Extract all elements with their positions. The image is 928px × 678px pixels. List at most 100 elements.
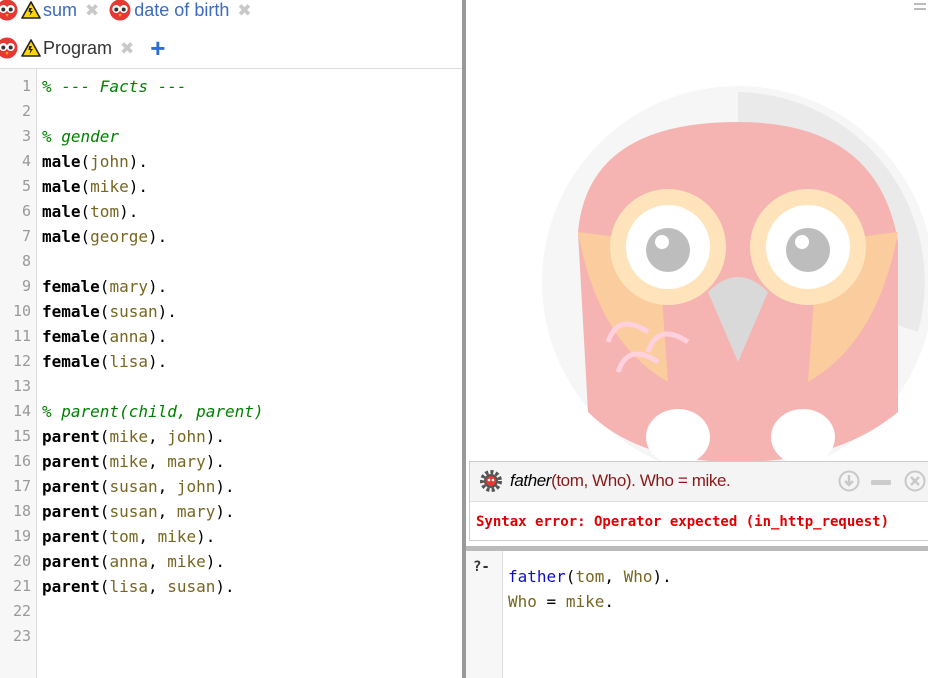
menu-icon[interactable] bbox=[914, 0, 926, 14]
code-token: male bbox=[42, 202, 81, 221]
code-token: mike bbox=[109, 427, 148, 446]
code-token: mike bbox=[90, 177, 129, 196]
code-token: parent bbox=[42, 477, 100, 496]
close-icon[interactable]: ✖ bbox=[120, 40, 134, 57]
code-line[interactable]: parent(mike, mary). bbox=[42, 449, 225, 474]
close-icon[interactable] bbox=[904, 470, 926, 492]
code-token: ). bbox=[147, 227, 168, 246]
query-token: mike bbox=[565, 592, 605, 611]
query-token: Who bbox=[508, 592, 537, 611]
query-token: Who bbox=[623, 567, 653, 586]
code-token: , bbox=[157, 502, 177, 521]
line-number: 17 bbox=[12, 477, 31, 495]
code-token: ( bbox=[99, 527, 110, 546]
tab-row-bottom: Program ✖ + bbox=[0, 33, 165, 63]
query-result-box: father(tom, Who). Who = mike. Syntax err… bbox=[469, 461, 928, 541]
tab-sum[interactable]: sum ✖ bbox=[0, 0, 99, 25]
line-number: 23 bbox=[12, 627, 31, 645]
code-line[interactable]: parent(susan, john). bbox=[42, 474, 235, 499]
code-line[interactable]: % parent(child, parent) bbox=[42, 399, 264, 424]
query-line[interactable]: Who = mike. bbox=[508, 589, 614, 614]
code-line[interactable]: male(tom). bbox=[42, 199, 138, 224]
tab-label: Program bbox=[43, 37, 113, 58]
code-token: parent bbox=[42, 502, 100, 521]
code-token: female bbox=[42, 277, 100, 296]
code-token: ( bbox=[99, 352, 110, 371]
code-line[interactable]: parent(anna, mike). bbox=[42, 549, 225, 574]
code-line[interactable]: parent(lisa, susan). bbox=[42, 574, 235, 599]
code-token: ( bbox=[99, 577, 110, 596]
code-token: ( bbox=[80, 202, 91, 221]
code-token: ( bbox=[99, 302, 110, 321]
download-icon[interactable] bbox=[838, 470, 860, 492]
code-line[interactable]: female(anna). bbox=[42, 324, 167, 349]
code-line[interactable]: female(lisa). bbox=[42, 349, 167, 374]
warning-icon bbox=[21, 1, 41, 19]
gear-icon[interactable] bbox=[479, 469, 503, 493]
code-token: mary bbox=[176, 502, 216, 521]
code-token: ). bbox=[196, 527, 216, 546]
code-token: male bbox=[42, 177, 81, 196]
tab-date-of-birth[interactable]: date of birth ✖ bbox=[109, 0, 252, 25]
code-line[interactable]: parent(mike, john). bbox=[42, 424, 225, 449]
tab-program[interactable]: Program ✖ bbox=[0, 33, 134, 63]
code-token: % gender bbox=[42, 127, 120, 146]
code-line[interactable]: parent(susan, mary). bbox=[42, 499, 235, 524]
swish-owl-icon bbox=[109, 0, 131, 21]
code-token: mike bbox=[167, 552, 206, 571]
code-token: ( bbox=[99, 427, 110, 446]
code-token: % --- Facts --- bbox=[42, 77, 187, 96]
line-number: 8 bbox=[21, 252, 31, 270]
program-editor[interactable]: 1 2 3 4 5 6 7 8 9 10 11 12 13 14 15 16 17 18 19 20 21 22 23 % … bbox=[0, 69, 462, 678]
code-token: parent bbox=[42, 427, 100, 446]
line-number: 13 bbox=[12, 377, 31, 395]
code-line[interactable]: female(mary). bbox=[42, 274, 167, 299]
code-line[interactable]: male(mike). bbox=[42, 174, 148, 199]
code-token: ). bbox=[128, 152, 148, 171]
minimize-icon[interactable] bbox=[871, 480, 891, 485]
swish-owl-icon bbox=[0, 37, 18, 59]
code-token: ( bbox=[99, 277, 110, 296]
line-number: 3 bbox=[21, 127, 31, 145]
query-token: . bbox=[604, 592, 614, 611]
line-number: 18 bbox=[12, 502, 31, 520]
code-line[interactable]: male(john). bbox=[42, 149, 148, 174]
query-line[interactable]: father(tom, Who). bbox=[508, 564, 672, 589]
tab-label: sum bbox=[43, 0, 78, 20]
code-token: mike bbox=[157, 527, 197, 546]
code-token: , bbox=[157, 477, 177, 496]
line-number: 14 bbox=[12, 402, 31, 420]
code-token: ). bbox=[205, 552, 226, 571]
code-token: mike bbox=[109, 452, 148, 471]
code-token: susan bbox=[109, 502, 158, 521]
code-token: , bbox=[147, 427, 168, 446]
code-token: ). bbox=[215, 502, 235, 521]
code-token: parent bbox=[42, 577, 100, 596]
code-line[interactable]: % gender bbox=[42, 124, 119, 149]
line-number: 20 bbox=[12, 552, 31, 570]
code-line[interactable]: female(susan). bbox=[42, 299, 177, 324]
code-line[interactable]: % --- Facts --- bbox=[42, 74, 187, 99]
tab-label: date of birth bbox=[134, 0, 230, 20]
code-token: parent bbox=[42, 452, 100, 471]
query-functor: father bbox=[510, 471, 552, 490]
query-editor[interactable]: ?- father(tom, Who). Who = mike. bbox=[466, 551, 928, 678]
code-token: susan bbox=[109, 302, 158, 321]
close-icon[interactable]: ✖ bbox=[237, 2, 251, 19]
line-number-gutter: 1 2 3 4 5 6 7 8 9 10 11 12 13 14 15 16 17 18 19 20 21 22 23 bbox=[0, 69, 37, 678]
swish-owl-icon bbox=[0, 0, 18, 21]
code-line[interactable]: male(george). bbox=[42, 224, 167, 249]
code-token: anna bbox=[109, 552, 148, 571]
code-token: tom bbox=[109, 527, 139, 546]
code-line[interactable]: parent(tom, mike). bbox=[42, 524, 215, 549]
code-token: female bbox=[42, 302, 100, 321]
add-tab-button[interactable]: + bbox=[150, 35, 165, 61]
code-token: lisa bbox=[109, 352, 148, 371]
code-token: ( bbox=[99, 327, 110, 346]
close-icon[interactable]: ✖ bbox=[85, 2, 99, 19]
line-number: 12 bbox=[12, 352, 31, 370]
code-token: ( bbox=[99, 477, 110, 496]
code-token: anna bbox=[109, 327, 148, 346]
code-token: ( bbox=[80, 152, 91, 171]
code-token: parent bbox=[42, 527, 100, 546]
